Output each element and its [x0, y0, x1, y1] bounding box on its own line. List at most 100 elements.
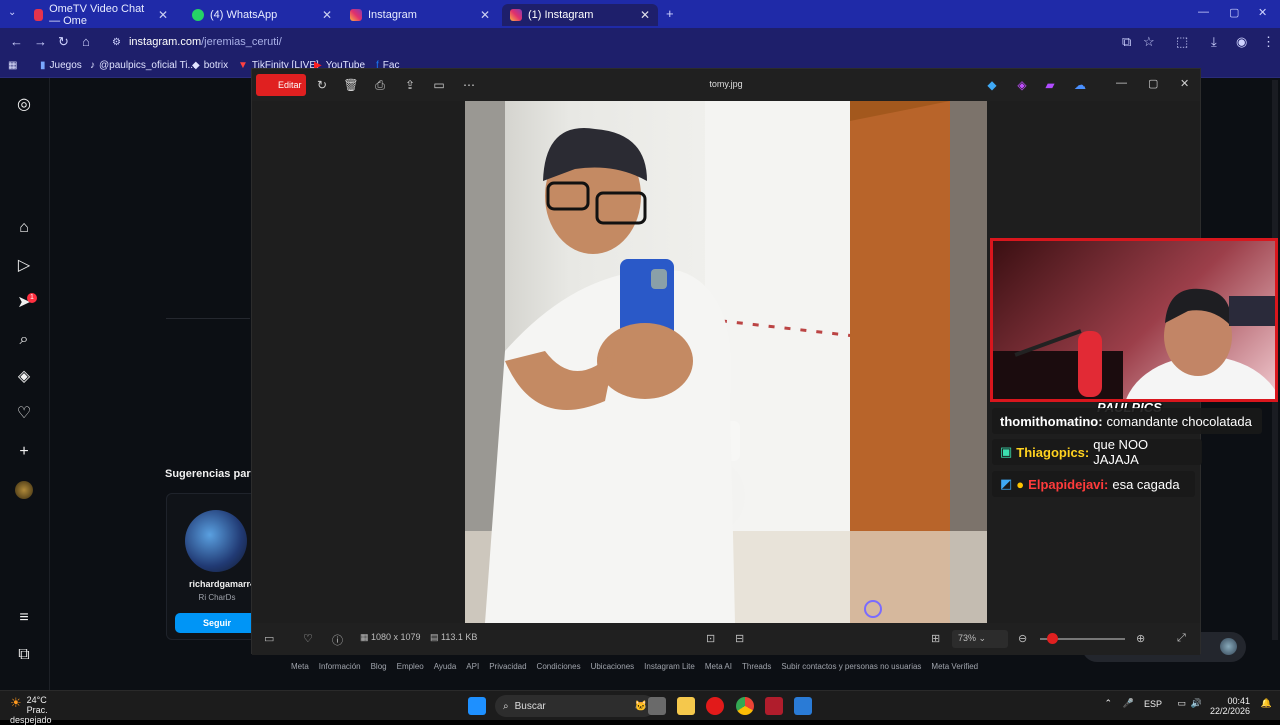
site-info-icon[interactable]: ⚙ — [112, 37, 121, 48]
info-icon[interactable]: ⓘ — [332, 632, 343, 648]
reels-icon[interactable]: ▷ — [15, 257, 33, 275]
notification-badge: 1 — [27, 293, 37, 303]
zoom-select[interactable]: 73% ⌄ — [952, 630, 1008, 648]
youtube-music-icon[interactable] — [706, 697, 724, 715]
tab-instagram-active[interactable]: (1) Instagram ✕ — [502, 4, 658, 26]
footer-link[interactable]: Información — [319, 662, 361, 671]
onedrive-icon[interactable]: ☁ — [1072, 77, 1088, 93]
volume-icon[interactable]: 🔊 — [1191, 698, 1202, 709]
favorite-heart-icon[interactable]: ♡ — [303, 632, 313, 645]
url-field[interactable]: ⚙ instagram.com/jeremias_ceruti/ — [104, 32, 1104, 52]
extensions-icon[interactable]: ⬚ — [1176, 34, 1188, 50]
designer-icon[interactable]: ◆ — [984, 77, 1000, 93]
notifications-bell-icon[interactable]: 🔔 — [1261, 698, 1272, 709]
apps-grid-icon[interactable]: ▦ — [8, 60, 17, 71]
start-windows-icon[interactable] — [468, 697, 486, 715]
chrome-icon[interactable] — [736, 697, 754, 715]
taskbar-search[interactable]: ⌕ Buscar 🐱 — [495, 695, 655, 717]
mic-icon[interactable]: 🎤 — [1123, 698, 1134, 709]
zoom-out-icon[interactable]: ⊖ — [1018, 632, 1027, 645]
bookmark-juegos[interactable]: ▮ Juegos — [40, 60, 82, 71]
footer-link[interactable]: API — [466, 662, 479, 671]
address-bar-row: ← → ↻ ⌂ ⚙ instagram.com/jeremias_ceruti/… — [0, 28, 1280, 56]
footer-link[interactable]: Meta Verified — [931, 662, 978, 671]
footer-link[interactable]: Meta AI — [705, 662, 732, 671]
home-icon[interactable]: ⌂ — [15, 219, 33, 237]
network-icon[interactable]: ▭ — [1177, 698, 1186, 709]
maximize-icon[interactable]: ▢ — [1148, 77, 1158, 90]
bookmark-star-icon[interactable]: ☆ — [1143, 34, 1155, 50]
close-icon[interactable]: ✕ — [480, 8, 490, 22]
download-icon[interactable]: ⤓ — [1211, 34, 1217, 50]
create-plus-icon[interactable]: + — [15, 443, 33, 461]
minimize-icon[interactable]: — — [1116, 77, 1127, 89]
copilot-icon[interactable]: ◈ — [1014, 77, 1030, 93]
footer-link[interactable]: Threads — [742, 662, 771, 671]
explore-icon[interactable]: ◈ — [15, 368, 33, 386]
home-icon[interactable]: ⌂ — [82, 34, 90, 49]
bookmark-tiktok[interactable]: ♪ @paulpics_oficial Ti... — [90, 60, 196, 71]
profile-avatar[interactable] — [15, 481, 33, 499]
back-icon[interactable]: ← — [10, 34, 23, 49]
chat-message: thomithomatino: comandante chocolatada — [992, 408, 1262, 434]
task-view-icon[interactable] — [648, 697, 666, 715]
text-extract-icon[interactable]: ⊟ — [735, 632, 744, 645]
filmstrip-icon[interactable]: ▭ — [264, 632, 274, 645]
fit-to-window-icon[interactable]: ⊞ — [931, 632, 940, 645]
photos-app-icon[interactable] — [794, 697, 812, 715]
tab-instagram[interactable]: Instagram ✕ — [342, 4, 498, 26]
chat-message: ▣ Thiagopics: que NOO JAJAJA — [992, 437, 1202, 467]
url-domain: instagram.com — [128, 36, 202, 48]
footer-link[interactable]: Blog — [371, 662, 387, 671]
close-icon[interactable]: ✕ — [158, 8, 168, 22]
photo-image[interactable] — [465, 101, 987, 623]
chat-username: Elpapidejavi: — [1028, 476, 1109, 492]
zoom-slider-thumb[interactable] — [1047, 633, 1058, 644]
zoom-in-icon[interactable]: ⊕ — [1136, 632, 1145, 645]
minimize-icon[interactable]: — — [1198, 6, 1209, 18]
tab-list-chevron-icon[interactable]: ⌄ — [8, 7, 16, 18]
streaming-app-icon[interactable] — [765, 697, 783, 715]
tab-whatsapp[interactable]: (4) WhatsApp ✕ — [184, 4, 340, 26]
footer-link[interactable]: Subir contactos y personas no usuarias — [781, 662, 921, 671]
clipchamp-icon[interactable]: ▰ — [1042, 77, 1058, 93]
footer-link[interactable]: Instagram Lite — [644, 662, 695, 671]
heart-icon[interactable]: ♡ — [15, 405, 33, 423]
weather-sun-icon: ☀ — [10, 695, 22, 710]
reload-icon[interactable]: ↻ — [58, 34, 69, 50]
close-icon[interactable]: ✕ — [640, 8, 650, 22]
file-size-value: 113.1 KB — [441, 632, 478, 642]
bookmark-botrix[interactable]: ◆ botrix — [192, 60, 228, 71]
weather-widget[interactable]: ☀ 24°C Prac. despejado — [10, 695, 75, 725]
footer-link[interactable]: Privacidad — [489, 662, 526, 671]
suggestion-avatar[interactable] — [185, 510, 247, 572]
file-explorer-icon[interactable] — [677, 697, 695, 715]
language-indicator[interactable]: ESP — [1144, 699, 1162, 709]
instagram-logo-icon[interactable]: ◎ — [15, 96, 33, 114]
menu-dots-icon[interactable]: ⋮ — [1262, 34, 1275, 50]
new-tab-icon[interactable]: + — [666, 6, 674, 21]
footer-link[interactable]: Condiciones — [537, 662, 581, 671]
hamburger-menu-icon[interactable]: ≡ — [15, 609, 33, 627]
follow-button[interactable]: Seguir — [175, 613, 259, 633]
instagram-sidebar: ◎ ⌂ ▷ ➤ 1 ⌕ ◈ ♡ + ≡ ⧉ — [0, 78, 50, 690]
tab-ometv[interactable]: OmeTV Video Chat — Ome ✕ — [26, 3, 176, 27]
fullscreen-icon[interactable]: ⤢ — [1177, 632, 1186, 645]
more-apps-icon[interactable]: ⧉ — [15, 646, 33, 664]
close-icon[interactable]: ✕ — [1180, 77, 1189, 90]
cast-icon[interactable]: ⧉ — [1122, 34, 1131, 50]
close-icon[interactable]: ✕ — [322, 8, 332, 22]
tray-chevron-icon[interactable]: ⌃ — [1104, 698, 1112, 709]
close-window-icon[interactable]: ✕ — [1258, 6, 1267, 19]
forward-icon[interactable]: → — [34, 34, 47, 49]
footer-link[interactable]: Empleo — [397, 662, 424, 671]
clock[interactable]: 00:41 22/2/2026 — [1206, 696, 1250, 716]
maximize-icon[interactable]: ▢ — [1229, 6, 1239, 19]
footer-link[interactable]: Ayuda — [434, 662, 457, 671]
chat-text: que NOO JAJAJA — [1093, 437, 1149, 467]
footer-link[interactable]: Meta — [291, 662, 309, 671]
footer-link[interactable]: Ubicaciones — [591, 662, 635, 671]
visual-search-icon[interactable]: ⊡ — [706, 632, 715, 645]
profile-icon[interactable]: ◉ — [1236, 34, 1247, 50]
search-icon[interactable]: ⌕ — [15, 331, 33, 349]
